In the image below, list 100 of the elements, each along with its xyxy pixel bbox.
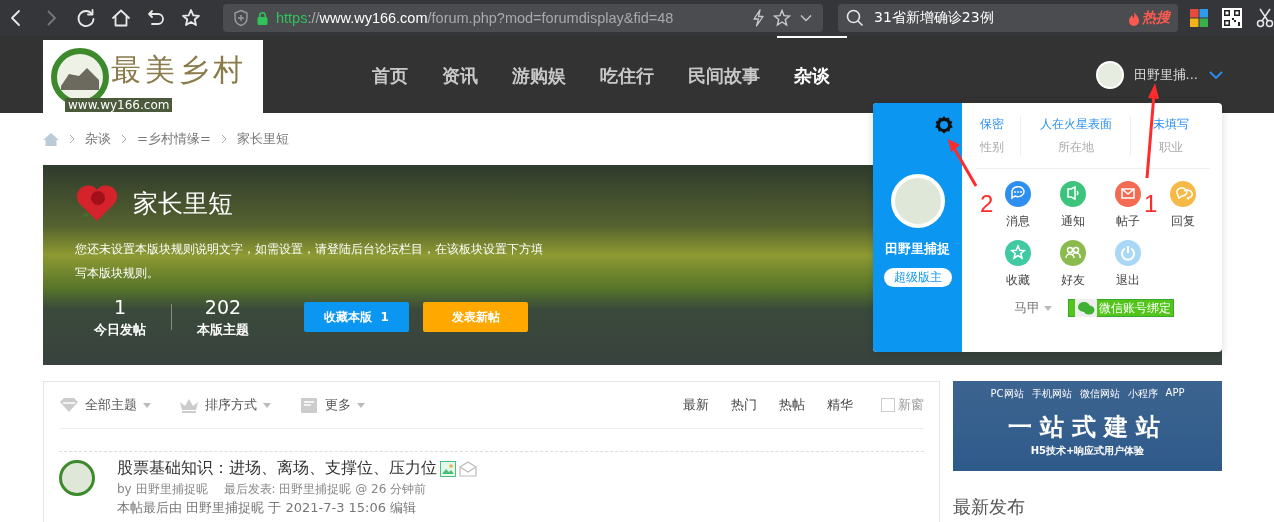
- undo-icon[interactable]: [146, 8, 166, 28]
- apps-grid-icon[interactable]: [1190, 9, 1208, 27]
- caret-icon: [143, 402, 151, 408]
- caret-icon: [1044, 305, 1052, 311]
- nav-link[interactable]: 杂谈: [777, 36, 847, 113]
- profile-label: 职业: [1158, 138, 1183, 156]
- envelope-icon: [1114, 181, 1141, 207]
- power-icon: [1114, 240, 1141, 266]
- nav-link[interactable]: 游购娱: [495, 36, 583, 113]
- filter-dropdown[interactable]: 全部主题: [59, 396, 151, 414]
- ad-headline: 一站式建站: [1007, 412, 1168, 443]
- user-name: 田野里捕捉: [885, 240, 950, 258]
- stat-label: 本版主题: [197, 321, 249, 339]
- caret-icon: [263, 402, 271, 408]
- breadcrumb-link[interactable]: 家长里短: [236, 130, 289, 148]
- thread-excerpt: 本帖最后由 田野里捕捉昵 于 2021-7-3 15:06 编辑: [117, 499, 418, 517]
- scissors-icon[interactable]: [1256, 8, 1274, 28]
- lock-icon: [257, 11, 268, 25]
- caret-icon: [357, 402, 365, 408]
- ad-label: 微信网站: [1079, 387, 1120, 401]
- chevron-down-icon[interactable]: [1208, 69, 1224, 80]
- menu-action[interactable]: 回复: [1169, 181, 1196, 230]
- stat-label: 今日发帖: [94, 321, 146, 339]
- menu-action[interactable]: 帖子: [1114, 181, 1141, 230]
- filter-dropdown[interactable]: 更多: [299, 396, 365, 414]
- wechat-icon: [1077, 301, 1095, 315]
- envelope-icon: [459, 460, 477, 477]
- nav-link[interactable]: 民间故事: [671, 36, 777, 113]
- menu-action[interactable]: 通知: [1059, 181, 1086, 230]
- profile-label: 所在地: [1057, 138, 1094, 156]
- nav-link[interactable]: 吃住行: [583, 36, 671, 113]
- filter-dropdown[interactable]: 排序方式: [179, 396, 271, 414]
- url-text: https://www.wy166.com/forum.php?mod=forumdisplay&fid=48: [276, 10, 675, 26]
- thread-author[interactable]: by 田野里捕捉昵: [117, 481, 208, 498]
- chevron-right-icon: [220, 134, 227, 144]
- speaker-icon: [1059, 181, 1086, 207]
- search-field[interactable]: 31省新增确诊23例 热搜: [838, 4, 1178, 32]
- flame-icon: [1128, 10, 1140, 26]
- annotation-number: 1: [1144, 191, 1158, 217]
- ad-banner[interactable]: PC网站 手机网站 微信网站 小程序 APP 一站式建站 H5技术+响应式用户体验: [953, 381, 1222, 471]
- chevron-right-icon: [121, 134, 127, 144]
- gem-icon: [59, 396, 79, 414]
- star-icon[interactable]: [773, 9, 791, 27]
- profile-value[interactable]: 人在火星表面: [1039, 115, 1112, 133]
- chevron-down-icon[interactable]: [799, 13, 813, 23]
- ad-label: APP: [1165, 387, 1185, 400]
- hot-search-label: 热搜: [1128, 9, 1170, 27]
- breadcrumb-link[interactable]: =乡村情缘=: [137, 130, 211, 148]
- profile-label: 性别: [980, 138, 1004, 156]
- role-badge: 超级版主: [883, 268, 952, 287]
- forum-rules: 您还未设置本版块规则说明文字，如需设置，请登陆后台论坛栏目，在该板块设置下方填写本版块规则。: [75, 241, 544, 282]
- ad-label: 手机网站: [1031, 387, 1072, 401]
- logo-title: 最美乡村: [111, 51, 248, 89]
- people-icon: [1059, 240, 1086, 266]
- breadcrumb-link[interactable]: 杂谈: [85, 130, 111, 148]
- nav-link[interactable]: 首页: [355, 36, 425, 113]
- reload-icon[interactable]: [76, 8, 96, 28]
- thread-last-post[interactable]: 最后发表: 田野里捕捉昵 @ 26 分钟前: [223, 481, 427, 498]
- forum-title: 家长里短: [133, 187, 233, 220]
- sort-tab[interactable]: 最新: [683, 396, 709, 414]
- sort-tab[interactable]: 热帖: [779, 396, 805, 414]
- ad-tagline: H5技术+响应式用户体验: [1030, 444, 1145, 458]
- thread-title[interactable]: 股票基础知识：进场、离场、支撑位、压力位: [117, 458, 437, 479]
- user-avatar: [890, 174, 945, 228]
- shield-icon: [233, 9, 249, 27]
- lightning-icon[interactable]: [751, 9, 765, 27]
- heart-rose-icon: [75, 183, 119, 223]
- settings-icon[interactable]: [934, 115, 954, 135]
- logo-url: www.wy166.com: [65, 98, 173, 112]
- search-icon: [846, 9, 864, 27]
- menu-action[interactable]: 退出: [1114, 240, 1141, 289]
- author-avatar: [59, 460, 95, 496]
- user-avatar[interactable]: [1095, 60, 1124, 89]
- qr-code-icon[interactable]: [1222, 8, 1242, 28]
- checkbox-label: 新窗: [898, 396, 924, 414]
- ad-label: PC网站: [990, 387, 1024, 401]
- address-bar[interactable]: https://www.wy166.com/forum.php?mod=forumdisplay&fid=48: [223, 4, 823, 32]
- new-window-checkbox[interactable]: [881, 398, 895, 412]
- site-logo[interactable]: 最美乡村 www.wy166.com: [43, 40, 263, 113]
- annotation-number: 2: [980, 191, 994, 217]
- image-icon: [440, 460, 456, 477]
- menu-action[interactable]: 收藏: [1004, 240, 1031, 289]
- profile-value[interactable]: 保密: [980, 115, 1004, 133]
- chat-bubble-icon: [1004, 181, 1031, 207]
- sort-tab[interactable]: 热门: [731, 396, 757, 414]
- ad-label: 小程序: [1127, 387, 1158, 401]
- menu-action[interactable]: 消息: [1004, 181, 1031, 230]
- star-icon[interactable]: [181, 8, 201, 28]
- menu-action[interactable]: 好友: [1059, 240, 1086, 289]
- stat-value: 202: [204, 295, 242, 319]
- sort-tab[interactable]: 精华: [827, 396, 853, 414]
- nav-link[interactable]: 资讯: [425, 36, 495, 113]
- speech-bubbles-icon: [1169, 181, 1196, 207]
- inbox-icon: [299, 396, 319, 414]
- home-icon[interactable]: [111, 8, 131, 28]
- alt-account-dropdown[interactable]: 马甲: [1014, 299, 1052, 317]
- chevron-right-icon: [69, 134, 75, 144]
- user-name[interactable]: 田野里捕...: [1133, 65, 1198, 84]
- annotation-arrow: [946, 138, 978, 188]
- profile-value[interactable]: 未填写: [1152, 115, 1189, 133]
